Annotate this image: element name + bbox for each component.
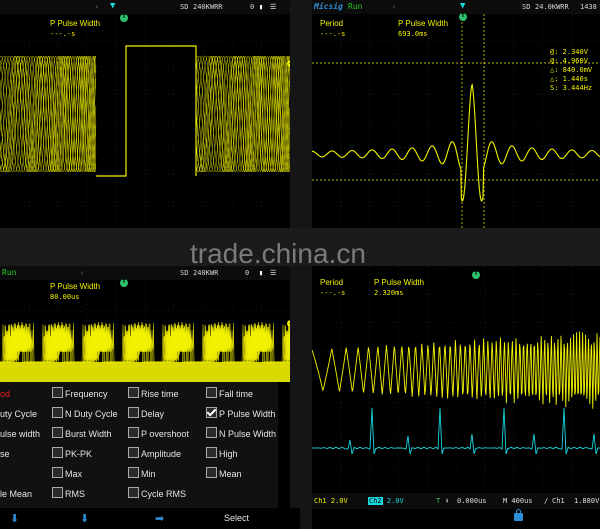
waveform-bottom-right [312,266,600,493]
waveform-baseline-band [0,362,290,382]
menu-item-p-overshoot[interactable]: P overshoot [128,427,189,441]
gate-pulse-trace [96,45,197,177]
menu-item-frequency[interactable]: Frequency [52,387,108,401]
lock-icon[interactable] [514,509,523,521]
ch1-info[interactable]: Ch1 2.0V [314,497,348,505]
menu-item-cycle-rms[interactable]: Cycle RMS [128,487,186,501]
trigger-level-readout[interactable]: 1.880V [574,497,599,505]
trigger-position-icon: T [120,279,128,287]
arrow-down-icon[interactable]: ⬇ [10,514,19,525]
checkbox[interactable] [128,487,139,498]
trigger-position-icon: T [472,271,480,279]
menu-item-amplitude[interactable]: Amplitude [128,447,181,461]
checkbox[interactable] [52,407,63,418]
checkbox[interactable] [52,467,63,478]
menu-item-min[interactable]: Min [128,467,156,481]
trigger-slope[interactable]: / [544,497,548,505]
cursor-readout-panel: @: 2.340V @: 4.960V △: 840.0mV △: 1.440s… [550,48,600,93]
softkey-bar: ⬇ ⬇ ➡ Select [0,508,300,529]
checkbox[interactable] [206,387,217,398]
menu-item-pulse-width[interactable]: ulse width [0,427,40,441]
cursor-readout: △: 840.0mV [550,66,593,74]
ch1-level-marker-icon: 1 [287,60,290,67]
menu-item-n-pulse-width[interactable]: N Pulse Width [206,427,276,441]
position-arrow-icon: ⬇ [445,497,450,505]
checkbox[interactable] [52,487,63,498]
trigger-position-readout[interactable]: 0.000us [457,497,487,505]
arrow-down-icon[interactable]: ⬇ [80,514,89,525]
screen-bottom-right: Period ---.-s P Pulse Width 2.320ms T 1 … [312,266,600,493]
menu-item-high[interactable]: High [206,447,238,461]
screen-top-right: Micsig Run ‹ ▼ SD 24.0KWRR 1438 Period -… [312,0,600,228]
checkbox[interactable] [128,427,139,438]
cursor-readout: @: 2.340V [550,48,588,56]
waveform-top-left [0,14,290,228]
select-button[interactable]: Select [224,513,249,523]
waveform-top-right [312,14,600,228]
menu-item-cycle-mean[interactable]: le Mean [0,487,32,501]
checkbox[interactable] [128,407,139,418]
checkbox[interactable] [128,387,139,398]
checkbox[interactable] [128,447,139,458]
menu-item-max[interactable]: Max [52,467,82,481]
menu-item-period[interactable]: od [0,387,10,401]
menu-item-duty-cycle[interactable]: uty Cycle [0,407,37,421]
cursor-readout: @: 4.960V [550,57,588,65]
checkbox[interactable] [52,447,63,458]
checkbox[interactable] [206,467,217,478]
ch1-level-marker-icon: 1 [287,320,290,327]
menu-item-mean[interactable]: Mean [206,467,242,481]
menu-item-delay[interactable]: Delay [128,407,164,421]
measurement-menu: od Frequency Rise time Fall time uty Cyc… [0,382,278,508]
cursor-readout: △: 1.440s [550,75,588,83]
checkbox[interactable] [52,387,63,398]
trigger-label: T [436,497,441,505]
menu-item-n-duty-cycle[interactable]: N Duty Cycle [52,407,118,421]
menu-item-pk-pk[interactable]: PK-PK [52,447,92,461]
ch2-info[interactable]: Ch2 2.0V [368,497,404,505]
trigger-position-icon: T [459,13,467,21]
channel-info-bar: Ch1 2.0V Ch2 2.0V T ⬇ 0.000us M 400us / … [312,493,600,509]
watermark: trade.china.cn [190,238,366,269]
arrow-right-icon[interactable]: ➡ [155,514,164,525]
menu-item-fall-time[interactable]: Fall time [206,387,253,401]
timebase-readout[interactable]: M 400us [503,497,533,505]
menu-item-rms[interactable]: RMS [52,487,85,501]
menu-item-phase[interactable]: se [0,447,10,461]
menu-item-rise-time[interactable]: Rise time [128,387,179,401]
trigger-source[interactable]: Ch1 [552,497,565,505]
checkbox[interactable] [206,447,217,458]
menu-item-burst-width[interactable]: Burst Width [52,427,112,441]
screen-top-left: ‹ ▼ SD 240KWRR 0 ▮ ☰ P Pulse Width ---.-… [0,0,290,228]
checkbox-checked[interactable] [206,407,217,418]
checkbox[interactable] [206,427,217,438]
cursor-readout: S: 3.444Hz [550,84,593,92]
trigger-position-icon: T [120,14,128,22]
checkbox[interactable] [52,427,63,438]
checkbox[interactable] [128,467,139,478]
menu-item-p-pulse-width[interactable]: P Pulse Width [206,407,275,421]
